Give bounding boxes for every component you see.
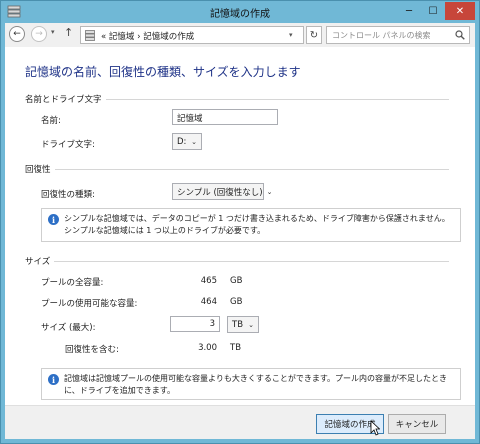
including-resiliency-unit: TB xyxy=(230,343,242,353)
size-info-text: 記憶域は記憶域プールの使用可能な容量よりも大きくすることができます。プール内の容… xyxy=(64,374,448,395)
dialog-footer: 記憶域の作成 キャンセル xyxy=(5,405,475,439)
address-bar[interactable]: « 記憶域 › 記憶域の作成 ▾ xyxy=(80,26,304,44)
resiliency-type-select[interactable]: シンプル (回復性なし) ⌄ xyxy=(172,183,272,200)
total-capacity-unit: GB xyxy=(230,276,243,286)
search-icon[interactable] xyxy=(455,30,465,40)
group-divider xyxy=(25,261,449,262)
including-resiliency-label: 回復性を含む: xyxy=(65,345,119,355)
chevron-down-icon: ⌄ xyxy=(248,320,254,329)
search-placeholder: コントロール パネルの検索 xyxy=(332,31,431,40)
drive-letter-select[interactable]: D: ⌄ xyxy=(172,133,202,150)
including-resiliency-value: 3.00 xyxy=(198,343,217,353)
dialog-client-area: ← → ▾ ↑ « 記憶域 › 記憶域の作成 ▾ ↻ コントロール パネルの検索 xyxy=(5,23,475,439)
available-capacity-unit: GB xyxy=(230,297,243,307)
info-icon: i xyxy=(48,374,59,385)
size-group-title: サイズ xyxy=(25,255,55,267)
title-bar[interactable]: 記憶域の作成 ─ ☐ ✕ xyxy=(1,1,479,23)
available-capacity-value: 464 xyxy=(200,297,217,307)
refresh-button[interactable]: ↻ xyxy=(306,26,322,44)
size-input[interactable]: 3 xyxy=(170,316,220,332)
name-group-title: 名前とドライブ文字 xyxy=(25,93,106,105)
max-size-label: サイズ (最大): xyxy=(41,323,96,333)
size-info-box: i 記憶域は記憶域プールの使用可能な容量よりも大きくすることができます。プール内… xyxy=(41,368,461,400)
resiliency-group-title: 回復性 xyxy=(25,163,55,175)
close-button[interactable]: ✕ xyxy=(445,2,475,20)
cancel-button[interactable]: キャンセル xyxy=(388,414,446,434)
breadcrumb[interactable]: « 記憶域 › 記憶域の作成 xyxy=(101,30,194,42)
forward-button[interactable]: → xyxy=(31,26,47,42)
chevron-down-icon: ⌄ xyxy=(191,137,197,146)
size-unit-select[interactable]: TB ⌄ xyxy=(227,316,259,333)
total-capacity-value: 465 xyxy=(200,276,217,286)
drive-letter-label: ドライブ文字: xyxy=(41,140,95,150)
address-dropdown-icon[interactable]: ▾ xyxy=(289,31,293,39)
page-heading: 記憶域の名前、回復性の種類、サイズを入力します xyxy=(25,65,301,79)
resiliency-info-text: シンプルな記憶域では、データのコピーが 1 つだけ書き込まれるため、ドライブ障害… xyxy=(64,214,450,235)
name-label: 名前: xyxy=(41,116,61,126)
search-box[interactable]: コントロール パネルの検索 xyxy=(326,26,470,44)
total-capacity-label: プールの全容量: xyxy=(41,278,104,288)
maximize-button[interactable]: ☐ xyxy=(421,2,445,20)
group-divider xyxy=(25,169,449,170)
available-capacity-label: プールの使用可能な容量: xyxy=(41,299,138,309)
resiliency-type-value: シンプル (回復性なし) xyxy=(177,187,263,198)
resiliency-type-label: 回復性の種類: xyxy=(41,190,95,200)
navigation-bar: ← → ▾ ↑ « 記憶域 › 記憶域の作成 ▾ ↻ コントロール パネルの検索 xyxy=(5,23,475,47)
back-button[interactable]: ← xyxy=(9,26,25,42)
chevron-down-icon: ⌄ xyxy=(266,187,273,196)
drive-letter-value: D: xyxy=(177,136,187,147)
storage-spaces-icon xyxy=(85,30,95,41)
mouse-pointer-icon xyxy=(370,420,380,436)
resiliency-info-box: i シンプルな記憶域では、データのコピーが 1 つだけ書き込まれるため、ドライブ… xyxy=(41,208,461,242)
name-input[interactable]: 記憶域 xyxy=(172,109,278,125)
up-button[interactable]: ↑ xyxy=(64,26,73,39)
dialog-window: 記憶域の作成 ─ ☐ ✕ ← → ▾ ↑ « 記憶域 › 記憶域の作成 ▾ ↻ … xyxy=(0,0,480,444)
recent-locations-dropdown[interactable]: ▾ xyxy=(51,28,55,36)
minimize-button[interactable]: ─ xyxy=(397,2,421,20)
size-unit-value: TB xyxy=(232,319,244,330)
info-icon: i xyxy=(48,214,59,225)
